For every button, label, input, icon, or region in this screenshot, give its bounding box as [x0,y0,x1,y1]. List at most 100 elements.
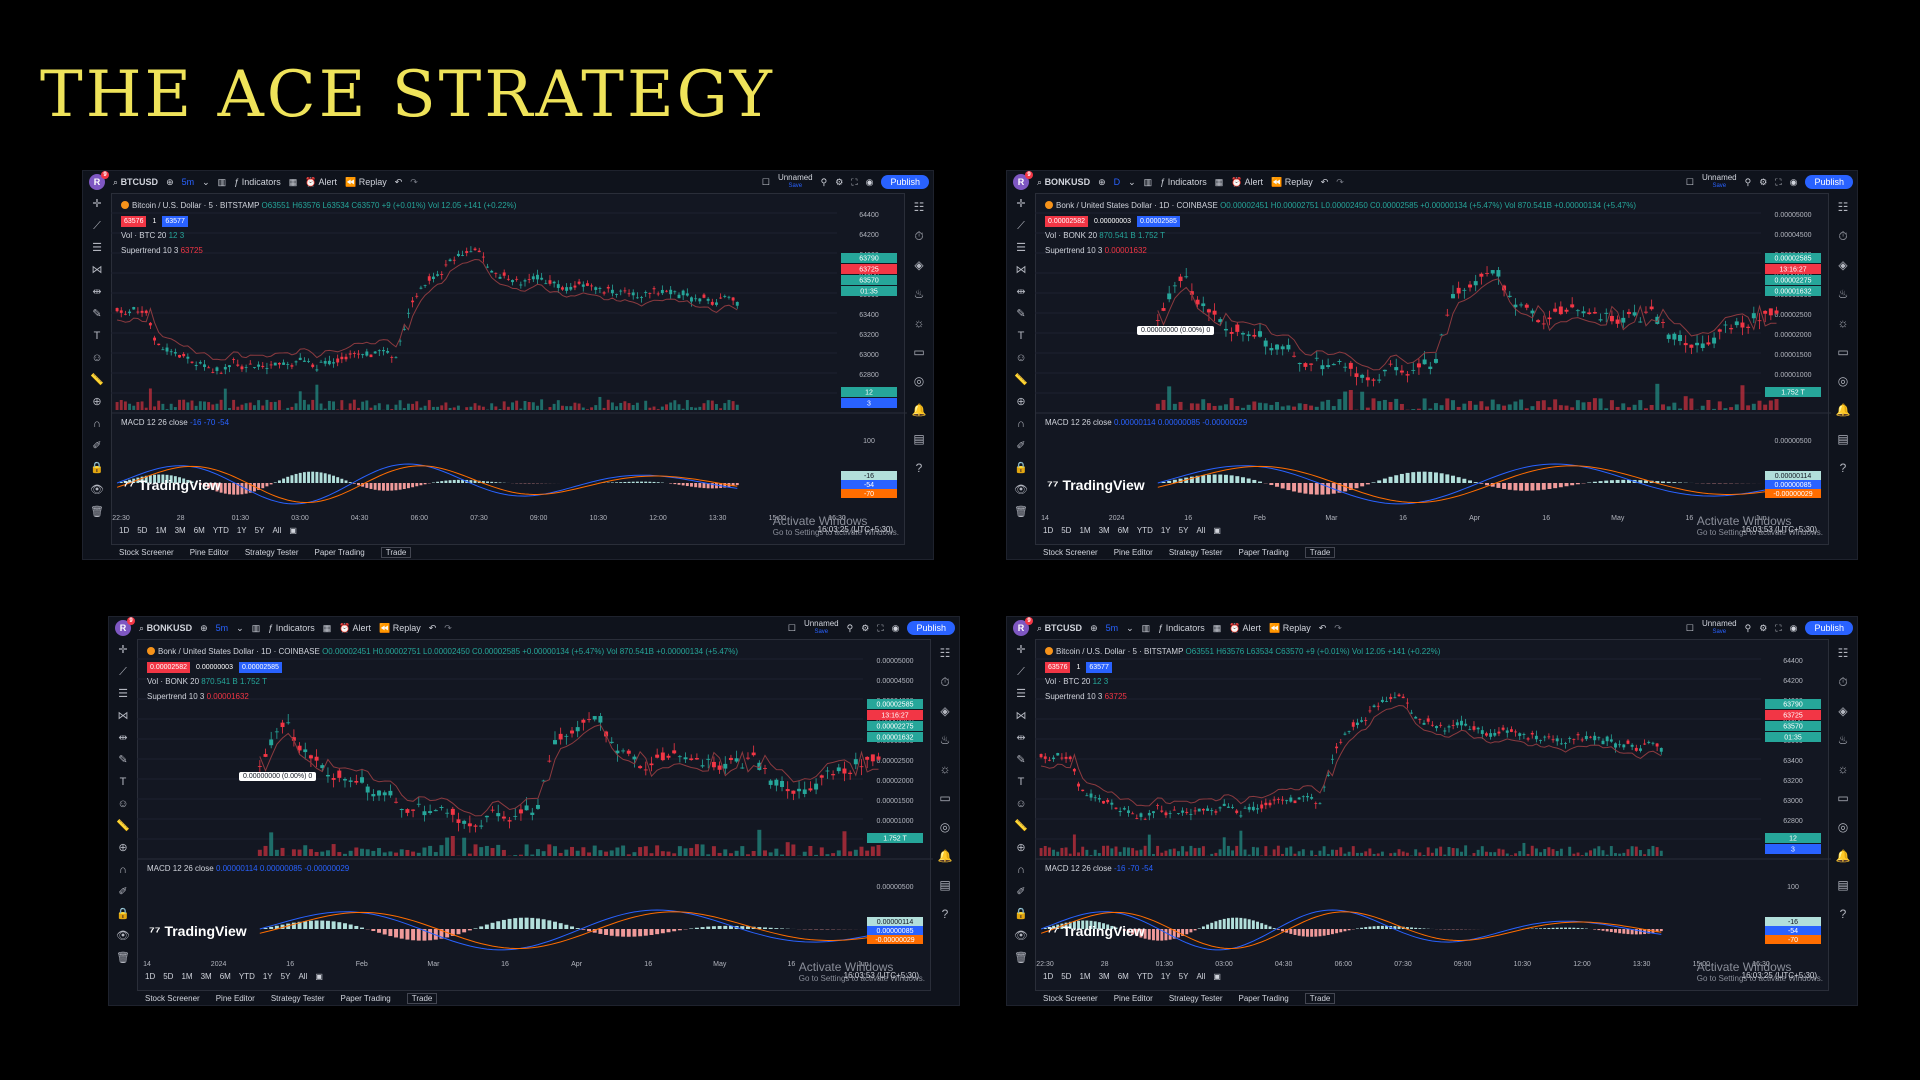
indicators-button[interactable]: ƒ Indicators [268,623,315,633]
text-icon[interactable]: T [1018,771,1025,793]
projection-icon[interactable]: ⇹ [118,727,127,749]
calendar-icon[interactable]: ▤ [1837,425,1848,454]
layout-square-icon[interactable]: ☐ [1686,623,1694,634]
settings-icon[interactable]: ⚙ [835,177,843,188]
magnet-icon[interactable]: ∩ [1017,413,1025,435]
tab-stock-screener[interactable]: Stock Screener [145,994,200,1003]
help-icon[interactable]: ? [1840,900,1847,929]
notifications-icon[interactable]: 🔔 [912,396,927,425]
indicators-button[interactable]: ƒ Indicators [234,177,281,187]
candles-icon[interactable]: ▥ [252,623,261,634]
range-1d[interactable]: 1D [1043,526,1053,535]
emoji-icon[interactable]: ☺ [91,347,102,369]
tab-strategy-tester[interactable]: Strategy Tester [271,994,325,1003]
tab-stock-screener[interactable]: Stock Screener [1043,548,1098,557]
buy-button[interactable]: 63577 [1086,662,1112,673]
indicators-button[interactable]: ƒ Indicators [1158,623,1205,633]
alert-button[interactable]: ⏰ Alert [339,623,371,634]
range-5d[interactable]: 5D [137,526,147,535]
sell-button[interactable]: 63576 [121,216,147,227]
layout-square-icon[interactable]: ☐ [788,623,796,634]
range-6m[interactable]: 6M [194,526,205,535]
camera-icon[interactable]: ◉ [1790,623,1798,634]
fullscreen-icon[interactable]: ⛶ [851,177,857,188]
utc-clock[interactable]: 16:03:25 (UTC+5:30) [1742,971,1817,980]
range-ytd[interactable]: YTD [1137,972,1153,981]
tab-paper-trading[interactable]: Paper Trading [1239,994,1289,1003]
streams-icon[interactable]: ◎ [1838,367,1848,396]
lock-icon[interactable]: 🔒 [116,903,130,925]
undo-icon[interactable]: ↶ [1319,623,1327,634]
interval-button[interactable]: 5m [1106,623,1119,633]
range-1y[interactable]: 1Y [237,526,247,535]
alarm-icon[interactable]: ⏱ [940,668,949,697]
notifications-icon[interactable]: 🔔 [938,842,953,871]
chevron-down-icon[interactable]: ⌄ [1128,177,1136,188]
undo-icon[interactable]: ↶ [395,177,403,188]
alarm-icon[interactable]: ⏱ [914,222,923,251]
range-ytd[interactable]: YTD [1137,526,1153,535]
fib-icon[interactable]: ☰ [1016,237,1026,259]
layout-name-button[interactable]: Unnamed Save [778,173,813,191]
magnet-icon[interactable]: ∩ [1017,859,1025,881]
chat-icon[interactable]: ▭ [939,784,950,813]
ideas-icon[interactable]: ☼ [940,755,951,784]
goto-date-icon[interactable]: ▣ [315,972,323,981]
text-icon[interactable]: T [120,771,127,793]
layers-icon[interactable]: ◈ [1838,697,1847,726]
fullscreen-icon[interactable]: ⛶ [1775,623,1781,634]
quantity[interactable]: 0.00000003 [1091,216,1134,227]
symbol-search[interactable]: ⌕ BONKUSD [139,623,192,634]
replay-button[interactable]: ⏪ Replay [1271,177,1313,188]
tab-pine-editor[interactable]: Pine Editor [1114,994,1153,1003]
fullscreen-icon[interactable]: ⛶ [877,623,883,634]
ideas-icon[interactable]: ☼ [914,309,925,338]
goto-date-icon[interactable]: ▣ [1213,972,1221,981]
replay-button[interactable]: ⏪ Replay [379,623,421,634]
pattern-icon[interactable]: ⋈ [1016,705,1027,727]
magnet-icon[interactable]: ∩ [119,859,127,881]
hotlist-icon[interactable]: ♨ [914,280,925,309]
layout-name-button[interactable]: Unnamed Save [1702,173,1737,191]
eye-icon[interactable]: 👁 [116,925,130,947]
range-all[interactable]: All [272,526,281,535]
tab-stock-screener[interactable]: Stock Screener [119,548,174,557]
goto-date-icon[interactable]: ▣ [1213,526,1221,535]
range-ytd[interactable]: YTD [213,526,229,535]
candles-icon[interactable]: ▥ [218,177,227,188]
trendline-icon[interactable]: ⟋ [1017,661,1025,683]
redo-icon[interactable]: ↷ [1334,623,1342,634]
zoom-icon[interactable]: ⊕ [118,837,127,859]
publish-button[interactable]: Publish [1805,621,1853,635]
brush-icon[interactable]: ✎ [1016,303,1025,325]
quick-search-icon[interactable]: ⚲ [821,177,828,188]
zoom-icon[interactable]: ⊕ [1016,837,1025,859]
notifications-icon[interactable]: 🔔 [1836,396,1851,425]
calendar-icon[interactable]: ▤ [939,871,950,900]
magnet-icon[interactable]: ∩ [93,413,101,435]
crosshair-icon[interactable]: ✛ [92,193,101,215]
notifications-icon[interactable]: 🔔 [1836,842,1851,871]
publish-button[interactable]: Publish [907,621,955,635]
fib-icon[interactable]: ☰ [1016,683,1026,705]
tab-stock-screener[interactable]: Stock Screener [1043,994,1098,1003]
utc-clock[interactable]: 16:03:53 (UTC+5:30) [844,971,919,980]
range-3m[interactable]: 3M [201,972,212,981]
range-1y[interactable]: 1Y [263,972,273,981]
utc-clock[interactable]: 16:03:25 (UTC+5:30) [818,525,893,534]
eye-icon[interactable]: 👁 [90,479,104,501]
avatar[interactable]: R9 [89,171,109,190]
replay-button[interactable]: ⏪ Replay [1269,623,1311,634]
zoom-icon[interactable]: ⊕ [92,391,101,413]
quick-search-icon[interactable]: ⚲ [1745,177,1752,188]
candles-icon[interactable]: ▥ [1144,177,1153,188]
add-symbol-icon[interactable]: ⊕ [1098,177,1106,188]
quantity[interactable]: 0.00000003 [193,662,236,673]
range-all[interactable]: All [298,972,307,981]
range-1m[interactable]: 1M [181,972,192,981]
help-icon[interactable]: ? [942,900,949,929]
quick-search-icon[interactable]: ⚲ [1745,623,1752,634]
publish-button[interactable]: Publish [881,175,929,189]
redo-icon[interactable]: ↷ [1336,177,1344,188]
range-3m[interactable]: 3M [1099,972,1110,981]
